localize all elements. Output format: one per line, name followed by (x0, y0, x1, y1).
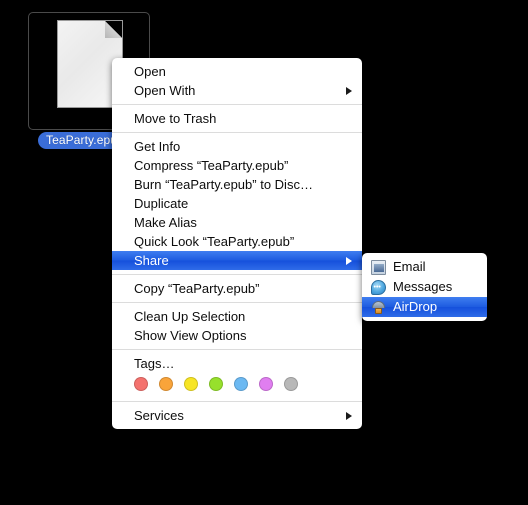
submenu-item-airdrop[interactable]: AirDrop (362, 297, 487, 317)
menu-separator (112, 104, 362, 105)
menu-item-label: Make Alias (134, 215, 197, 230)
share-submenu[interactable]: Email Messages AirDrop (362, 253, 487, 321)
menu-item-compress[interactable]: Compress “TeaParty.epub” (112, 156, 362, 175)
menu-item-label: Quick Look “TeaParty.epub” (134, 234, 295, 249)
airdrop-icon (371, 300, 386, 315)
red-tag-dot[interactable] (134, 377, 148, 391)
menu-item-label: Open (134, 64, 166, 79)
purple-tag-dot[interactable] (259, 377, 273, 391)
menu-item-label: Copy “TeaParty.epub” (134, 281, 260, 296)
menu-group: Copy “TeaParty.epub” (112, 279, 362, 298)
menu-item-share[interactable]: Share (112, 251, 362, 270)
menu-item-label: Share (134, 253, 169, 268)
submenu-item-label: Messages (393, 279, 453, 294)
menu-item-get-info[interactable]: Get Info (112, 137, 362, 156)
menu-separator (112, 132, 362, 133)
menu-item-tags[interactable]: Tags… (112, 354, 362, 373)
submenu-item-label: Email (393, 259, 426, 274)
menu-item-label: Tags… (134, 356, 175, 371)
menu-group: Services (112, 406, 362, 425)
submenu-item-email[interactable]: Email (362, 257, 487, 277)
menu-group: Clean Up Selection Show View Options (112, 307, 362, 345)
menu-item-move-to-trash[interactable]: Move to Trash (112, 109, 362, 128)
menu-item-burn-to-disc[interactable]: Burn “TeaParty.epub” to Disc… (112, 175, 362, 194)
menu-item-label: Show View Options (134, 328, 247, 343)
tag-color-row (112, 373, 362, 397)
menu-item-label: Services (134, 408, 184, 423)
menu-item-show-view-options[interactable]: Show View Options (112, 326, 362, 345)
chevron-right-icon (346, 86, 352, 95)
menu-separator (112, 401, 362, 402)
menu-item-quick-look[interactable]: Quick Look “TeaParty.epub” (112, 232, 362, 251)
menu-item-label: Compress “TeaParty.epub” (134, 158, 289, 173)
menu-item-label: Burn “TeaParty.epub” to Disc… (134, 177, 313, 192)
menu-item-open-with[interactable]: Open With (112, 81, 362, 100)
blue-tag-dot[interactable] (234, 377, 248, 391)
menu-group: Get Info Compress “TeaParty.epub” Burn “… (112, 137, 362, 270)
yellow-tag-dot[interactable] (184, 377, 198, 391)
menu-item-label: Clean Up Selection (134, 309, 246, 324)
submenu-item-label: AirDrop (393, 299, 438, 314)
menu-item-services[interactable]: Services (112, 406, 362, 425)
menu-group: Open Open With (112, 62, 362, 100)
menu-item-duplicate[interactable]: Duplicate (112, 194, 362, 213)
menu-separator (112, 349, 362, 350)
menu-item-label: Get Info (134, 139, 181, 154)
menu-item-copy[interactable]: Copy “TeaParty.epub” (112, 279, 362, 298)
green-tag-dot[interactable] (209, 377, 223, 391)
menu-item-label: Move to Trash (134, 111, 217, 126)
submenu-item-messages[interactable]: Messages (362, 277, 487, 298)
menu-item-label: Duplicate (134, 196, 189, 211)
chevron-right-icon (346, 411, 352, 420)
mail-icon (371, 259, 386, 275)
menu-group: Move to Trash (112, 109, 362, 128)
gray-tag-dot[interactable] (284, 377, 298, 391)
menu-item-clean-up-selection[interactable]: Clean Up Selection (112, 307, 362, 326)
menu-group: Tags… (112, 354, 362, 397)
orange-tag-dot[interactable] (159, 377, 173, 391)
chevron-right-icon (346, 256, 352, 265)
messages-icon (371, 278, 386, 298)
menu-separator (112, 274, 362, 275)
menu-item-label: Open With (134, 83, 196, 98)
menu-item-open[interactable]: Open (112, 62, 362, 81)
desktop-background[interactable]: TeaParty.epub Open Open With Move to Tra… (0, 0, 528, 505)
context-menu[interactable]: Open Open With Move to Trash Get Info Co… (112, 58, 362, 429)
menu-separator (112, 302, 362, 303)
menu-item-make-alias[interactable]: Make Alias (112, 213, 362, 232)
